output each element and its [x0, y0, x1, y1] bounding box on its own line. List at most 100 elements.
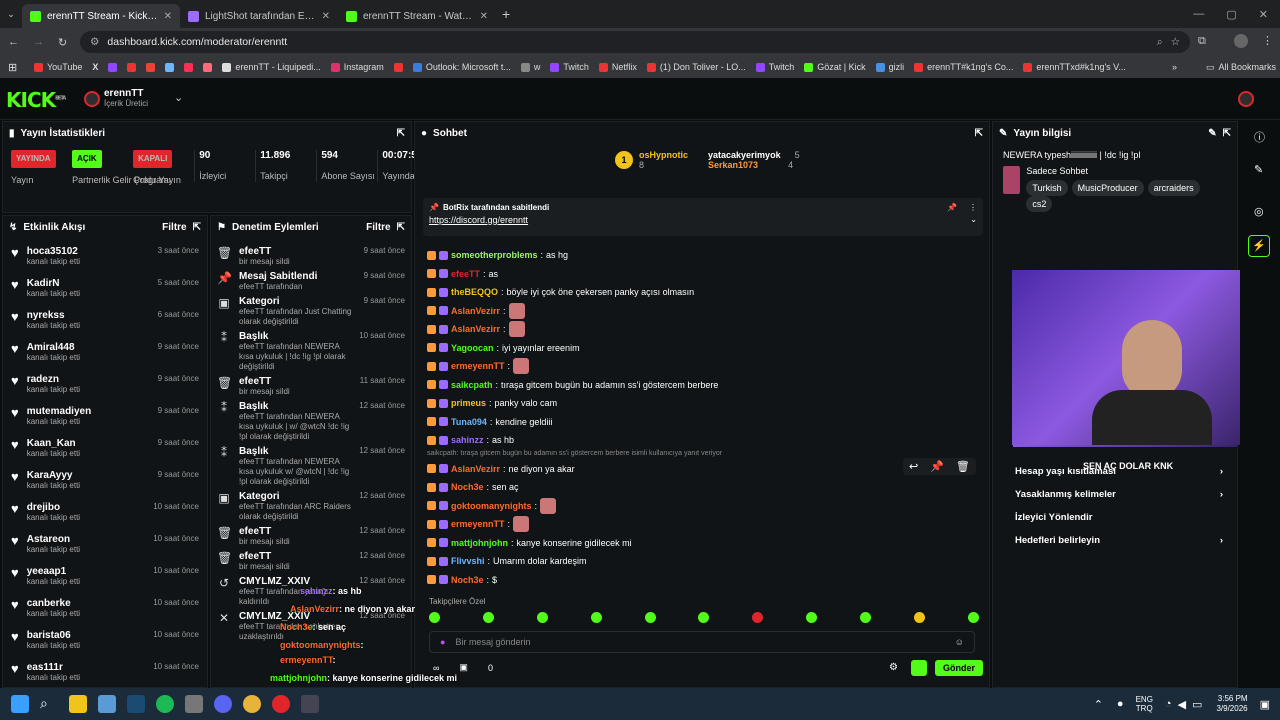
- edit-icon[interactable]: ✎: [1208, 128, 1216, 139]
- bookmark-gmail[interactable]: [146, 62, 156, 72]
- chat-username[interactable]: theBEQQO: [451, 287, 498, 297]
- all-bookmarks[interactable]: ▭ All Bookmarks: [1206, 62, 1276, 73]
- emote-icon[interactable]: [806, 612, 818, 623]
- star-icon[interactable]: ☆: [1171, 36, 1180, 48]
- chat-message[interactable]: someotherproblems: as hg: [415, 246, 989, 265]
- mic-tray-icon[interactable]: ●: [1117, 698, 1124, 710]
- activity-item[interactable]: ♥ Amiral448 kanalı takip etti 9 saat önce: [3, 342, 207, 374]
- expand-icon[interactable]: ⇱: [193, 222, 201, 233]
- activity-username[interactable]: canberke: [27, 598, 80, 609]
- chat-message[interactable]: AslanVezirr:: [415, 320, 989, 339]
- chat-message[interactable]: Yagoocan: iyi yayınlar ereenim: [415, 339, 989, 358]
- chat-username[interactable]: saikcpath: [451, 380, 493, 390]
- moderation-item[interactable]: 🗑 efeeTT bir mesajı sildi 11 saat önce: [211, 376, 411, 397]
- activity-username[interactable]: KadirN: [27, 278, 80, 289]
- chat-message[interactable]: mattjohnjohn: kanye konserine gidilecek m…: [415, 534, 989, 553]
- discord-icon[interactable]: [214, 695, 232, 713]
- activity-item[interactable]: ♥ barista06 kanalı takip etti 10 saat önce: [3, 630, 207, 662]
- activity-item[interactable]: ♥ nyrekss kanalı takip etti 6 saat önce: [3, 310, 207, 342]
- bookmark-w[interactable]: w: [520, 62, 540, 72]
- moderation-item[interactable]: 🗑 efeeTT bir mesajı sildi 12 saat önce: [211, 526, 411, 547]
- chat-message[interactable]: theBEQQO: böyle iyi çok öne çekersen pank…: [415, 283, 989, 302]
- url-field[interactable]: ⚙ dashboard.kick.com/moderator/erenntt ⌕…: [80, 31, 1190, 53]
- tab-kick-watch[interactable]: erennTT Stream - Watch Live on Kick✕: [338, 4, 496, 28]
- bookmark-youtube-icon-only[interactable]: [127, 62, 137, 72]
- top-user-3[interactable]: Serkan1073: [708, 160, 758, 170]
- chat-username[interactable]: AslanVezirr: [451, 324, 500, 334]
- emote-icon[interactable]: [536, 612, 548, 623]
- windows-start-icon[interactable]: [11, 695, 29, 713]
- bookmark-k1ng-co[interactable]: erennTT#k1ng's Co...: [914, 62, 1013, 72]
- wifi-icon[interactable]: ◔: [1165, 698, 1172, 710]
- activity-username[interactable]: KaraAyyy: [27, 470, 80, 481]
- top-user-2[interactable]: yatacakyerimyok: [708, 150, 781, 160]
- activity-username[interactable]: barista06: [27, 630, 80, 641]
- chat-message[interactable]: Tuna094: kendine geldiii: [415, 413, 989, 432]
- gift-icon[interactable]: ▣: [459, 662, 468, 673]
- activity-item[interactable]: ♥ mutemadiyen kanalı takip etti 9 saat önce: [3, 406, 207, 438]
- activity-username[interactable]: Amiral448: [27, 342, 80, 353]
- bookmark-x[interactable]: X: [92, 62, 98, 72]
- emote-icon[interactable]: [644, 612, 656, 623]
- chat-message[interactable]: primeus: panky valo cam: [415, 394, 989, 413]
- bookmark-k1ng-v[interactable]: erennTTxd#k1ng's V...: [1023, 62, 1126, 72]
- emote-icon[interactable]: [860, 612, 872, 623]
- chat-message[interactable]: Flivvshi: Umarım dolar kardeşim: [415, 552, 989, 571]
- close-tab-icon[interactable]: ✕: [480, 11, 488, 22]
- profile-avatar[interactable]: [1234, 34, 1248, 48]
- emote-icon[interactable]: [752, 612, 764, 623]
- reload-icon[interactable]: ↻: [58, 36, 67, 49]
- expand-icon[interactable]: ⇱: [975, 128, 983, 139]
- more-bookmarks-icon[interactable]: »: [1172, 62, 1177, 72]
- tag-chip[interactable]: MusicProducer: [1071, 180, 1144, 196]
- emote-icon[interactable]: [967, 612, 979, 623]
- info-circle-icon[interactable]: ⓘ: [1254, 129, 1265, 145]
- chat-message[interactable]: goktoomanynights:: [415, 497, 989, 516]
- app-icon[interactable]: [301, 695, 319, 713]
- user-avatar[interactable]: [1238, 91, 1254, 107]
- bookmark-y[interactable]: [184, 62, 194, 72]
- chat-message[interactable]: efeeTT: as: [415, 265, 989, 284]
- clock[interactable]: 3:56 PM 3/9/2026: [1216, 694, 1247, 714]
- chat-message[interactable]: Noch3e: sen aç: [415, 478, 989, 497]
- moderation-item[interactable]: 🗑 efeeTT bir mesajı sildi 9 saat önce: [211, 246, 411, 267]
- activity-item[interactable]: ♥ drejibo kanalı takip etti 10 saat önce: [3, 502, 207, 534]
- apps-icon[interactable]: ⊞: [8, 61, 17, 74]
- emote-icon[interactable]: [698, 612, 710, 623]
- activity-username[interactable]: Astareon: [27, 534, 80, 545]
- notifications-icon[interactable]: ▣: [1260, 698, 1270, 711]
- bookmark-netflix[interactable]: Netflix: [598, 62, 637, 72]
- battery-icon[interactable]: ▭: [1192, 698, 1202, 711]
- kick-logo[interactable]: KICKBETA: [6, 88, 66, 112]
- chat-username[interactable]: primeus: [451, 398, 486, 408]
- target-icon[interactable]: ◎: [1254, 205, 1264, 218]
- tag-chip[interactable]: Turkish: [1026, 180, 1068, 196]
- bookmark-kick[interactable]: Gözat | Kick: [804, 62, 866, 72]
- forward-icon[interactable]: →: [33, 36, 44, 48]
- activity-filter-button[interactable]: Filtre: [162, 222, 186, 233]
- chat-username[interactable]: ermeyennTT: [451, 519, 505, 529]
- activity-username[interactable]: eas111r: [27, 662, 80, 673]
- activity-username[interactable]: Kaan_Kan: [27, 438, 80, 449]
- close-tab-icon[interactable]: ✕: [164, 11, 172, 22]
- steam-icon[interactable]: [127, 695, 145, 713]
- moderation-item[interactable]: ⁑ Başlık efeeTT tarafından NEWERA kısa uyk…: [211, 446, 411, 487]
- bookmark-misc[interactable]: [165, 62, 175, 72]
- emote-icon[interactable]: [914, 612, 926, 623]
- chat-username[interactable]: Flivvshi: [451, 556, 485, 566]
- moderation-item[interactable]: 📌 Mesaj Sabitlendi efeeTT tarafından 9 saat…: [211, 271, 411, 292]
- chat-username[interactable]: mattjohnjohn: [451, 538, 508, 548]
- moderation-item[interactable]: ⁑ Başlık efeeTT tarafından NEWERA kısa uyk…: [211, 401, 411, 442]
- emote-icon[interactable]: [429, 612, 440, 623]
- tab-search-icon[interactable]: ⌄: [0, 9, 22, 20]
- activity-username[interactable]: nyrekss: [27, 310, 80, 321]
- chat-username[interactable]: Tuna094: [451, 417, 487, 427]
- chat-message[interactable]: AslanVezirr:: [415, 302, 989, 321]
- points-icon[interactable]: ∞: [433, 663, 439, 673]
- moderation-item[interactable]: 🗑 efeeTT bir mesajı sildi 12 saat önce: [211, 551, 411, 572]
- activity-item[interactable]: ♥ hoca35102 kanalı takip etti 3 saat önce: [3, 246, 207, 278]
- pin-icon[interactable]: 📌: [930, 460, 944, 473]
- chat-message[interactable]: saikcpath: tıraşa gitcem bugün bu adamın …: [415, 376, 989, 395]
- emote-icon[interactable]: [590, 612, 602, 623]
- channel-avatar[interactable]: [84, 91, 100, 107]
